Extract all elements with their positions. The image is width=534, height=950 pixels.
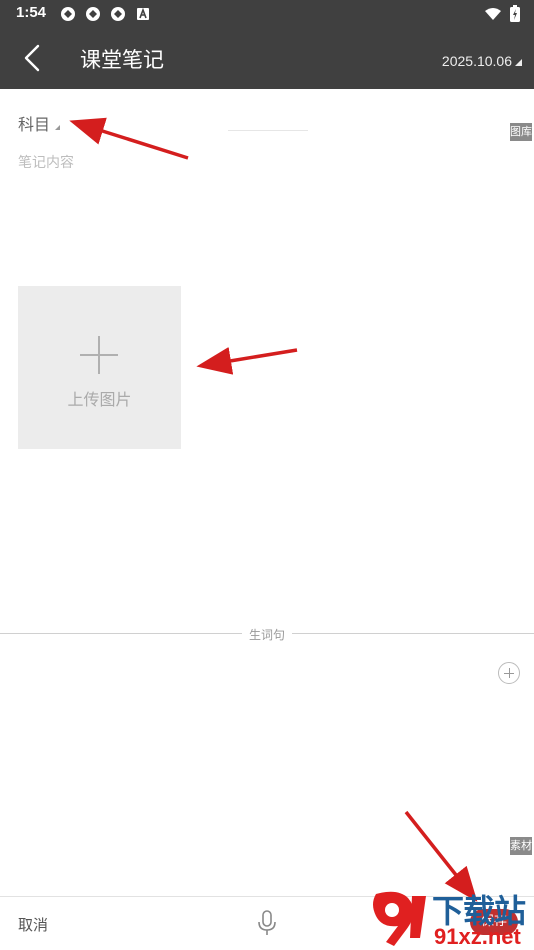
date-value: 2025.10.06 [441,53,512,69]
status-left-icons [60,6,151,22]
dropdown-triangle-icon [515,59,522,66]
material-tab[interactable]: 素材 [510,837,532,855]
site-watermark: 下载站 91xz.net [368,886,534,950]
a-keyboard-icon [137,7,149,20]
add-vocab-icon[interactable] [498,662,520,684]
status-bar: 1:54 [0,0,534,28]
app-notification-icon [61,7,75,21]
date-picker[interactable]: 2025.10.06 [442,53,522,69]
app-notification-icon [86,7,100,21]
wifi-icon [485,7,501,20]
app-notification-icon [111,7,125,21]
status-time: 1:54 [16,4,47,21]
plus-icon [80,336,118,374]
note-content-input[interactable]: 笔记内容 [18,152,488,172]
page-title: 课堂笔记 [80,48,164,72]
app-header: 1:54 课堂笔记 2025.10.06 [0,0,534,89]
vocab-section-label: 生词句 [241,628,292,642]
status-right-icons [484,5,520,22]
toolbar: 课堂笔记 2025.10.06 [0,28,534,89]
red-arrow-icon [404,810,478,902]
upload-image-button[interactable]: 上传图片 [18,286,181,449]
subject-label: 科目 [18,115,51,134]
watermark-logo-icon [373,891,426,946]
gallery-tab[interactable]: 图库 [510,123,532,141]
red-arrow-icon [196,347,298,375]
subject-underline [228,130,308,131]
cancel-button[interactable]: 取消 [18,914,48,935]
vocab-section-header: 生词句 [0,624,534,643]
microphone-icon[interactable] [255,910,279,936]
battery-charging-icon [510,5,520,22]
annotation-arrows [69,117,478,902]
watermark-url-text: 91xz.net [434,924,521,949]
dropdown-triangle-icon [55,125,61,130]
subject-selector[interactable]: 科目 [18,111,61,135]
upload-image-label: 上传图片 [67,390,132,409]
back-arrow-icon[interactable] [16,41,48,75]
